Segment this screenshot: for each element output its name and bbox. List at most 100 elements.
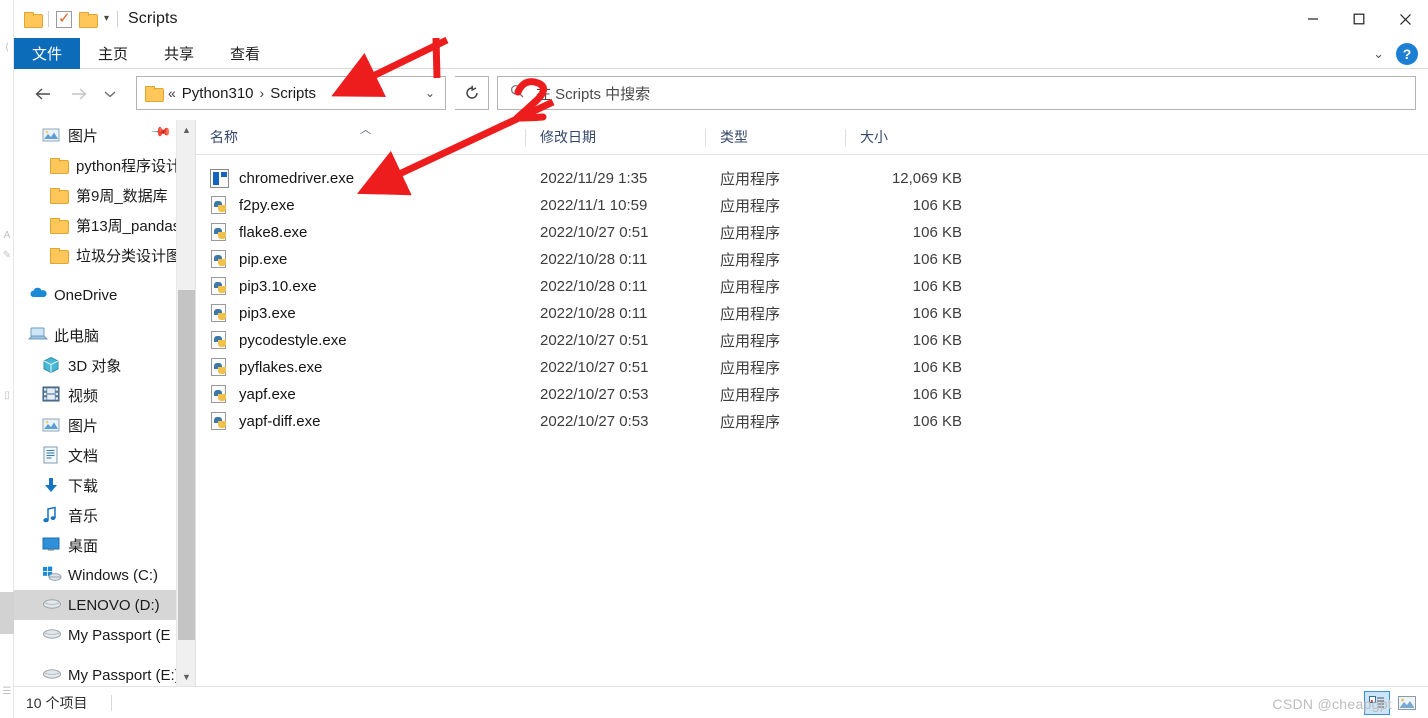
search-box[interactable]: 在 Scripts 中搜索 [497, 76, 1416, 110]
file-name-label: pip3.10.exe [239, 278, 317, 295]
navigation-pane-scrollbar[interactable]: ▲ ▼ [176, 120, 195, 686]
folder-icon [145, 86, 164, 102]
breadcrumb-scripts[interactable]: Scripts [270, 85, 316, 102]
sidebar-item-pictures[interactable]: 图片 [14, 410, 176, 440]
file-date-cell: 2022/11/1 10:59 [540, 197, 648, 214]
file-name-cell[interactable]: chromedriver.exe [196, 169, 526, 188]
recent-locations-button[interactable] [98, 80, 122, 108]
column-header-size[interactable]: 大小 [846, 120, 976, 155]
back-button[interactable] [26, 80, 60, 108]
address-bar[interactable]: « Python310 › Scripts ⌄ [136, 76, 446, 110]
this-pc-icon [27, 326, 49, 344]
sidebar-item-lenovo-d[interactable]: LENOVO (D:) [14, 590, 176, 620]
file-date-cell: 2022/10/27 0:53 [540, 386, 649, 403]
file-name-cell[interactable]: yapf-diff.exe [196, 412, 526, 431]
sidebar-item-downloads[interactable]: 下载 [14, 470, 176, 500]
forward-button[interactable] [62, 80, 96, 108]
sidebar-item-pictures-pinned[interactable]: 图片 📌 [14, 120, 176, 150]
sidebar-item-label: 音乐 [68, 507, 99, 525]
caret-up-icon: ︿ [360, 123, 371, 136]
file-date-cell: 2022/11/29 1:35 [540, 170, 648, 187]
file-size-cell: 106 KB [912, 332, 962, 349]
pin-icon[interactable]: 📌 [150, 121, 176, 149]
refresh-button[interactable] [455, 76, 489, 110]
table-row[interactable]: pycodestyle.exe 2022/10/27 0:51 应用程序 106… [196, 327, 1428, 354]
file-name-cell[interactable]: pip.exe [196, 250, 526, 269]
sidebar-item-garbage-design[interactable]: 垃圾分类设计图 [14, 240, 176, 270]
sidebar-item-documents[interactable]: 文档 [14, 440, 176, 470]
sidebar-item-my-passport-e-2[interactable]: My Passport (E:) [14, 660, 176, 686]
sidebar-item-windows-c[interactable]: Windows (C:) [14, 560, 176, 590]
address-overflow-icon[interactable]: « [168, 85, 176, 101]
sidebar-item-desktop[interactable]: 桌面 [14, 530, 176, 560]
exe-icon [210, 169, 229, 188]
file-name-cell[interactable]: pyflakes.exe [196, 358, 526, 377]
details-view-icon[interactable] [1364, 691, 1390, 715]
sidebar-item-week13-pandas[interactable]: 第13周_pandas [14, 210, 176, 240]
table-row[interactable]: flake8.exe 2022/10/27 0:51 应用程序 106 KB [196, 219, 1428, 246]
item-count-label: 10 个项目 [26, 694, 88, 711]
table-row[interactable]: pyflakes.exe 2022/10/27 0:51 应用程序 106 KB [196, 354, 1428, 381]
table-row[interactable]: chromedriver.exe 2022/11/29 1:35 应用程序 12… [196, 165, 1428, 192]
tab-share[interactable]: 共享 [146, 38, 212, 69]
file-date-cell: 2022/10/28 0:11 [540, 278, 648, 295]
table-row[interactable]: yapf.exe 2022/10/27 0:53 应用程序 106 KB [196, 381, 1428, 408]
folder-icon[interactable] [24, 12, 43, 28]
maximize-button[interactable] [1336, 0, 1382, 38]
tab-view[interactable]: 查看 [212, 38, 278, 69]
chevron-down-icon[interactable]: ⌄ [425, 86, 435, 100]
column-header-name[interactable]: 名称 ︿ [196, 120, 526, 155]
file-name-cell[interactable]: pycodestyle.exe [196, 331, 526, 350]
file-name-cell[interactable]: pip3.exe [196, 304, 526, 323]
file-name-cell[interactable]: pip3.10.exe [196, 277, 526, 296]
python-exe-icon [210, 196, 229, 215]
folder-icon [50, 246, 69, 264]
sidebar-item-onedrive[interactable]: OneDrive [14, 280, 176, 310]
table-row[interactable]: f2py.exe 2022/11/1 10:59 应用程序 106 KB [196, 192, 1428, 219]
pictures-icon [42, 416, 60, 434]
sidebar-item-label: 视频 [68, 387, 99, 405]
sidebar-item-label: 文档 [68, 447, 99, 465]
close-button[interactable] [1382, 0, 1428, 38]
properties-checkbox-icon[interactable] [56, 9, 72, 28]
file-name-cell[interactable]: f2py.exe [196, 196, 526, 215]
file-size-cell: 12,069 KB [891, 170, 962, 187]
desktop-icon [42, 536, 60, 554]
file-name-cell[interactable]: flake8.exe [196, 223, 526, 242]
table-row[interactable]: yapf-diff.exe 2022/10/27 0:53 应用程序 106 K… [196, 408, 1428, 435]
chevron-down-icon[interactable]: ▼ [177, 667, 196, 686]
sidebar-item-week9-db[interactable]: 第9周_数据库 [14, 180, 176, 210]
table-row[interactable]: pip3.10.exe 2022/10/28 0:11 应用程序 106 KB [196, 273, 1428, 300]
large-icons-view-icon[interactable] [1394, 691, 1420, 715]
table-row[interactable]: pip3.exe 2022/10/28 0:11 应用程序 106 KB [196, 300, 1428, 327]
bg-glyph: ✎ [2, 250, 12, 261]
help-button[interactable]: ? [1396, 42, 1418, 65]
sidebar-item-python-course[interactable]: python程序设计 [14, 150, 176, 180]
tab-home[interactable]: 主页 [80, 38, 146, 69]
window-title: Scripts [128, 10, 178, 27]
minimize-button[interactable] [1290, 0, 1336, 38]
sidebar-item-3d-objects[interactable]: 3D 对象 [14, 350, 176, 380]
folder-icon [50, 186, 69, 204]
divider [111, 694, 113, 711]
chevron-down-icon[interactable]: ⌄ [1373, 46, 1384, 62]
sidebar-item-this-pc[interactable]: 此电脑 [14, 320, 176, 350]
sidebar-item-music[interactable]: 音乐 [14, 500, 176, 530]
sidebar-item-label: My Passport (E:) [68, 666, 176, 684]
column-header-type[interactable]: 类型 [706, 120, 846, 155]
sidebar-item-videos[interactable]: 视频 [14, 380, 176, 410]
file-name-cell[interactable]: yapf.exe [196, 385, 526, 404]
scrollbar-thumb[interactable] [178, 290, 195, 640]
file-type-cell: 应用程序 [720, 414, 781, 431]
chevron-up-icon[interactable]: ▲ [177, 120, 196, 139]
sidebar-item-my-passport-e-1[interactable]: My Passport (E [14, 620, 176, 650]
file-type-cell: 应用程序 [720, 360, 781, 377]
tab-file[interactable]: 文件 [14, 38, 80, 69]
column-header-date-modified[interactable]: 修改日期 [526, 120, 706, 155]
table-row[interactable]: pip.exe 2022/10/28 0:11 应用程序 106 KB [196, 246, 1428, 273]
new-folder-icon[interactable] [79, 12, 98, 28]
breadcrumb-separator[interactable]: › [260, 85, 265, 101]
breadcrumb-python310[interactable]: Python310 [182, 85, 254, 102]
chevron-down-icon[interactable]: ▾ [103, 14, 110, 24]
